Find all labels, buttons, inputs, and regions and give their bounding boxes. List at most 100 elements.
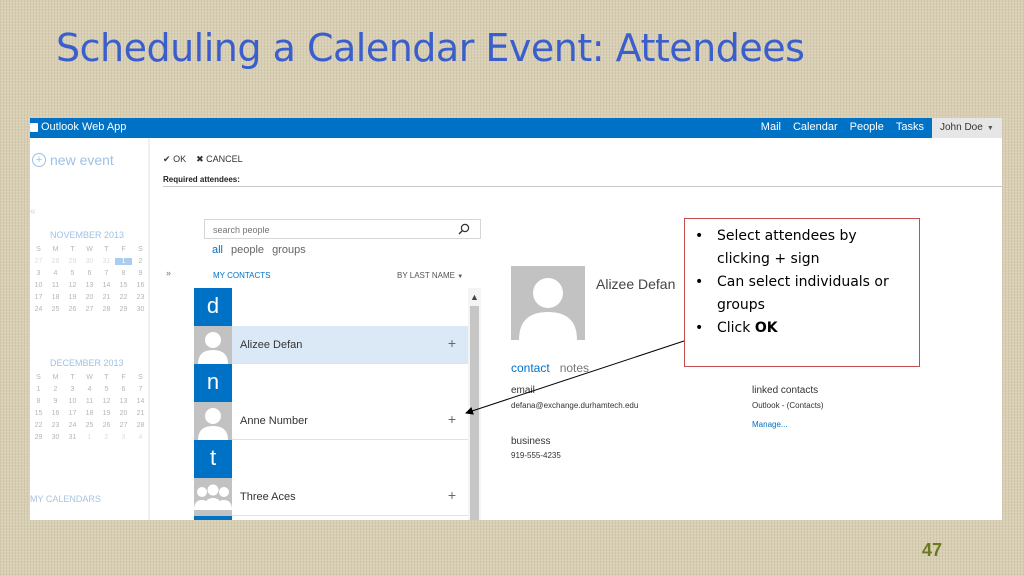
day-cell[interactable]: 11 xyxy=(47,282,64,289)
day-cell[interactable]: 30 xyxy=(47,434,64,441)
day-cell[interactable]: 3 xyxy=(64,386,81,393)
my-contacts-folder[interactable]: MY CONTACTS xyxy=(213,271,270,280)
cancel-button[interactable]: ✖ CANCEL xyxy=(196,154,243,165)
my-calendars-header[interactable]: MY CALENDARS xyxy=(30,494,101,504)
day-cell[interactable]: 18 xyxy=(47,294,64,301)
day-cell[interactable]: 25 xyxy=(81,422,98,429)
letter-tile[interactable] xyxy=(194,516,232,520)
day-cell[interactable]: 21 xyxy=(98,294,115,301)
day-cell[interactable]: 19 xyxy=(64,294,81,301)
day-cell[interactable]: 19 xyxy=(98,410,115,417)
day-cell[interactable]: 29 xyxy=(64,258,81,265)
day-cell[interactable]: 9 xyxy=(47,398,64,405)
letter-tile[interactable]: t xyxy=(194,440,232,478)
day-cell[interactable]: 12 xyxy=(98,398,115,405)
day-cell[interactable]: 8 xyxy=(30,398,47,405)
filter-people[interactable]: people xyxy=(231,244,264,256)
day-cell[interactable]: 26 xyxy=(98,422,115,429)
day-cell[interactable]: 5 xyxy=(64,270,81,277)
chevron-up-icon[interactable]: ▲ xyxy=(469,292,480,303)
nav-tasks[interactable]: Tasks xyxy=(896,121,924,133)
add-attendee-button[interactable]: + xyxy=(448,335,456,351)
filter-groups[interactable]: groups xyxy=(272,244,306,256)
day-cell[interactable]: 18 xyxy=(81,410,98,417)
letter-tile[interactable]: n xyxy=(194,364,232,402)
day-cell[interactable]: 4 xyxy=(47,270,64,277)
day-cell[interactable]: 29 xyxy=(115,306,132,313)
day-cell[interactable]: 5 xyxy=(98,386,115,393)
day-cell[interactable]: 4 xyxy=(132,434,149,441)
day-cell[interactable]: 30 xyxy=(132,306,149,313)
day-cell[interactable]: 22 xyxy=(115,294,132,301)
day-cell[interactable]: 15 xyxy=(30,410,47,417)
new-event-button[interactable]: + new event xyxy=(32,152,114,168)
day-cell[interactable]: 13 xyxy=(115,398,132,405)
day-cell[interactable]: 17 xyxy=(64,410,81,417)
day-cell[interactable]: 6 xyxy=(81,270,98,277)
day-cell[interactable]: 25 xyxy=(47,306,64,313)
day-cell[interactable]: 30 xyxy=(81,258,98,265)
day-cell[interactable]: 3 xyxy=(115,434,132,441)
day-cell[interactable]: 2 xyxy=(132,258,149,265)
day-cell[interactable]: 9 xyxy=(132,270,149,277)
search-icon[interactable] xyxy=(458,223,470,235)
email-value[interactable]: defana@exchange.durhamtech.edu xyxy=(511,401,638,410)
contact-row[interactable]: Anne Number + xyxy=(194,402,468,440)
nav-people[interactable]: People xyxy=(850,121,884,133)
day-cell[interactable]: 10 xyxy=(64,398,81,405)
expand-icon[interactable]: » xyxy=(166,268,171,278)
day-cell[interactable]: 16 xyxy=(47,410,64,417)
day-cell[interactable]: 16 xyxy=(132,282,149,289)
day-cell[interactable]: 3 xyxy=(30,270,47,277)
day-cell[interactable]: 22 xyxy=(30,422,47,429)
day-cell[interactable]: 13 xyxy=(81,282,98,289)
day-cell[interactable]: 26 xyxy=(64,306,81,313)
nav-mail[interactable]: Mail xyxy=(761,121,781,133)
contact-list-scrollbar[interactable]: ▲ xyxy=(468,288,481,520)
day-cell[interactable]: 24 xyxy=(30,306,47,313)
day-cell[interactable]: 7 xyxy=(98,270,115,277)
day-cell[interactable]: 28 xyxy=(47,258,64,265)
business-phone[interactable]: 919-555-4235 xyxy=(511,451,561,460)
sort-dropdown[interactable]: BY LAST NAME ▼ xyxy=(397,271,463,280)
day-cell[interactable]: 27 xyxy=(81,306,98,313)
day-cell[interactable]: 10 xyxy=(30,282,47,289)
day-cell[interactable]: 4 xyxy=(81,386,98,393)
day-cell[interactable]: 28 xyxy=(98,306,115,313)
collapse-pane-icon[interactable]: « xyxy=(30,206,36,217)
day-cell[interactable]: 31 xyxy=(64,434,81,441)
day-cell[interactable]: 31 xyxy=(98,258,115,265)
contact-row[interactable]: Three Aces + xyxy=(194,478,468,516)
required-attendees-field[interactable] xyxy=(163,186,1002,187)
day-cell[interactable]: 29 xyxy=(30,434,47,441)
day-cell[interactable]: 15 xyxy=(115,282,132,289)
contact-row[interactable]: Alizee Defan + xyxy=(194,326,468,364)
search-input[interactable] xyxy=(205,221,445,239)
add-attendee-button[interactable]: + xyxy=(448,411,456,427)
day-cell[interactable]: 6 xyxy=(115,386,132,393)
letter-tile[interactable]: d xyxy=(194,288,232,326)
user-menu[interactable]: John Doe ▼ xyxy=(932,118,1002,138)
day-cell-selected[interactable]: 1 xyxy=(115,258,132,265)
day-cell[interactable]: 14 xyxy=(132,398,149,405)
tab-contact[interactable]: contact xyxy=(511,361,550,375)
day-cell[interactable]: 11 xyxy=(81,398,98,405)
manage-link[interactable]: Manage... xyxy=(752,420,788,429)
day-cell[interactable]: 1 xyxy=(81,434,98,441)
scroll-thumb[interactable] xyxy=(470,306,479,520)
add-attendee-button[interactable]: + xyxy=(448,487,456,503)
day-cell[interactable]: 14 xyxy=(98,282,115,289)
day-cell[interactable]: 24 xyxy=(64,422,81,429)
day-cell[interactable]: 7 xyxy=(132,386,149,393)
day-cell[interactable]: 27 xyxy=(30,258,47,265)
filter-all[interactable]: all xyxy=(212,244,223,256)
day-cell[interactable]: 20 xyxy=(81,294,98,301)
app-title[interactable]: Outlook Web App xyxy=(30,121,126,133)
day-cell[interactable]: 23 xyxy=(132,294,149,301)
ok-button[interactable]: ✔ OK xyxy=(163,154,186,165)
day-cell[interactable]: 21 xyxy=(132,410,149,417)
day-cell[interactable]: 2 xyxy=(47,386,64,393)
day-cell[interactable]: 20 xyxy=(115,410,132,417)
day-cell[interactable]: 2 xyxy=(98,434,115,441)
day-cell[interactable]: 23 xyxy=(47,422,64,429)
